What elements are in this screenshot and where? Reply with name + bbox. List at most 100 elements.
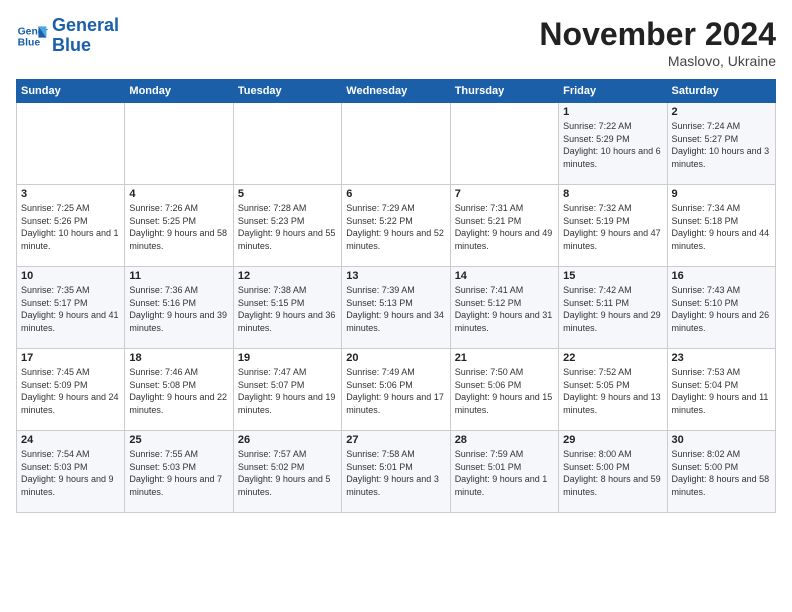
day-number: 19 <box>238 352 337 364</box>
calendar-cell: 24 Sunrise: 7:54 AM Sunset: 5:03 PM Dayli… <box>17 431 125 513</box>
day-number: 8 <box>563 188 662 200</box>
col-monday: Monday <box>125 80 233 103</box>
day-number: 24 <box>21 434 120 446</box>
day-info: Sunrise: 7:34 AM Sunset: 5:18 PM Dayligh… <box>672 202 771 252</box>
calendar-cell <box>342 103 450 185</box>
day-info: Sunrise: 7:49 AM Sunset: 5:06 PM Dayligh… <box>346 366 445 416</box>
week-row-1: 1 Sunrise: 7:22 AM Sunset: 5:29 PM Daylig… <box>17 103 776 185</box>
day-number: 4 <box>129 188 228 200</box>
week-row-4: 17 Sunrise: 7:45 AM Sunset: 5:09 PM Dayli… <box>17 349 776 431</box>
day-number: 26 <box>238 434 337 446</box>
day-info: Sunrise: 7:29 AM Sunset: 5:22 PM Dayligh… <box>346 202 445 252</box>
day-number: 20 <box>346 352 445 364</box>
day-number: 15 <box>563 270 662 282</box>
day-number: 30 <box>672 434 771 446</box>
col-saturday: Saturday <box>667 80 775 103</box>
day-number: 25 <box>129 434 228 446</box>
day-info: Sunrise: 7:25 AM Sunset: 5:26 PM Dayligh… <box>21 202 120 252</box>
calendar-cell: 28 Sunrise: 7:59 AM Sunset: 5:01 PM Dayli… <box>450 431 558 513</box>
col-tuesday: Tuesday <box>233 80 341 103</box>
day-number: 12 <box>238 270 337 282</box>
day-info: Sunrise: 7:46 AM Sunset: 5:08 PM Dayligh… <box>129 366 228 416</box>
calendar-cell: 13 Sunrise: 7:39 AM Sunset: 5:13 PM Dayli… <box>342 267 450 349</box>
day-number: 5 <box>238 188 337 200</box>
calendar-cell: 5 Sunrise: 7:28 AM Sunset: 5:23 PM Daylig… <box>233 185 341 267</box>
calendar-cell: 3 Sunrise: 7:25 AM Sunset: 5:26 PM Daylig… <box>17 185 125 267</box>
day-info: Sunrise: 7:41 AM Sunset: 5:12 PM Dayligh… <box>455 284 554 334</box>
day-number: 29 <box>563 434 662 446</box>
calendar-cell: 23 Sunrise: 7:53 AM Sunset: 5:04 PM Dayli… <box>667 349 775 431</box>
calendar-cell: 26 Sunrise: 7:57 AM Sunset: 5:02 PM Dayli… <box>233 431 341 513</box>
day-info: Sunrise: 7:39 AM Sunset: 5:13 PM Dayligh… <box>346 284 445 334</box>
calendar-cell: 1 Sunrise: 7:22 AM Sunset: 5:29 PM Daylig… <box>559 103 667 185</box>
calendar-cell: 27 Sunrise: 7:58 AM Sunset: 5:01 PM Dayli… <box>342 431 450 513</box>
day-info: Sunrise: 7:45 AM Sunset: 5:09 PM Dayligh… <box>21 366 120 416</box>
day-info: Sunrise: 7:53 AM Sunset: 5:04 PM Dayligh… <box>672 366 771 416</box>
calendar-cell <box>17 103 125 185</box>
day-info: Sunrise: 7:24 AM Sunset: 5:27 PM Dayligh… <box>672 120 771 170</box>
day-info: Sunrise: 7:57 AM Sunset: 5:02 PM Dayligh… <box>238 448 337 498</box>
logo-text-line1: General <box>52 16 119 36</box>
day-number: 27 <box>346 434 445 446</box>
day-info: Sunrise: 7:54 AM Sunset: 5:03 PM Dayligh… <box>21 448 120 498</box>
day-number: 6 <box>346 188 445 200</box>
col-wednesday: Wednesday <box>342 80 450 103</box>
calendar-cell: 11Sunrise: 7:36 AM Sunset: 5:16 PM Dayli… <box>125 267 233 349</box>
day-info: Sunrise: 7:28 AM Sunset: 5:23 PM Dayligh… <box>238 202 337 252</box>
day-info: Sunrise: 7:32 AM Sunset: 5:19 PM Dayligh… <box>563 202 662 252</box>
calendar-cell: 4 Sunrise: 7:26 AM Sunset: 5:25 PM Daylig… <box>125 185 233 267</box>
day-info: Sunrise: 7:58 AM Sunset: 5:01 PM Dayligh… <box>346 448 445 498</box>
day-number: 14 <box>455 270 554 282</box>
day-info: Sunrise: 7:59 AM Sunset: 5:01 PM Dayligh… <box>455 448 554 498</box>
day-info: Sunrise: 7:43 AM Sunset: 5:10 PM Dayligh… <box>672 284 771 334</box>
logo-icon: General Blue <box>16 20 48 52</box>
calendar-cell: 18 Sunrise: 7:46 AM Sunset: 5:08 PM Dayli… <box>125 349 233 431</box>
day-number: 28 <box>455 434 554 446</box>
calendar-cell: 8 Sunrise: 7:32 AM Sunset: 5:19 PM Daylig… <box>559 185 667 267</box>
day-number: 1 <box>563 106 662 118</box>
calendar-cell: 30 Sunrise: 8:02 AM Sunset: 5:00 PM Dayli… <box>667 431 775 513</box>
day-info: Sunrise: 7:26 AM Sunset: 5:25 PM Dayligh… <box>129 202 228 252</box>
day-number: 13 <box>346 270 445 282</box>
day-number: 17 <box>21 352 120 364</box>
calendar-cell: 17 Sunrise: 7:45 AM Sunset: 5:09 PM Dayli… <box>17 349 125 431</box>
calendar-cell: 15 Sunrise: 7:42 AM Sunset: 5:11 PM Dayli… <box>559 267 667 349</box>
day-number: 9 <box>672 188 771 200</box>
calendar-cell: 2Sunrise: 7:24 AM Sunset: 5:27 PM Daylig… <box>667 103 775 185</box>
svg-text:Blue: Blue <box>18 37 41 48</box>
day-number: 11 <box>129 270 228 282</box>
day-info: Sunrise: 7:55 AM Sunset: 5:03 PM Dayligh… <box>129 448 228 498</box>
day-info: Sunrise: 7:22 AM Sunset: 5:29 PM Dayligh… <box>563 120 662 170</box>
day-info: Sunrise: 7:38 AM Sunset: 5:15 PM Dayligh… <box>238 284 337 334</box>
day-number: 23 <box>672 352 771 364</box>
calendar-cell: 22 Sunrise: 7:52 AM Sunset: 5:05 PM Dayli… <box>559 349 667 431</box>
header-row: Sunday Monday Tuesday Wednesday Thursday… <box>17 80 776 103</box>
day-info: Sunrise: 7:35 AM Sunset: 5:17 PM Dayligh… <box>21 284 120 334</box>
header: General Blue General Blue November 2024 … <box>16 16 776 69</box>
day-number: 22 <box>563 352 662 364</box>
day-number: 21 <box>455 352 554 364</box>
day-info: Sunrise: 7:52 AM Sunset: 5:05 PM Dayligh… <box>563 366 662 416</box>
day-number: 18 <box>129 352 228 364</box>
day-number: 10 <box>21 270 120 282</box>
calendar-cell: 14 Sunrise: 7:41 AM Sunset: 5:12 PM Dayli… <box>450 267 558 349</box>
week-row-3: 10 Sunrise: 7:35 AM Sunset: 5:17 PM Dayli… <box>17 267 776 349</box>
calendar-cell: 21Sunrise: 7:50 AM Sunset: 5:06 PM Dayli… <box>450 349 558 431</box>
calendar-container: General Blue General Blue November 2024 … <box>0 0 792 612</box>
calendar-cell <box>125 103 233 185</box>
day-number: 3 <box>21 188 120 200</box>
calendar-cell: 19Sunrise: 7:47 AM Sunset: 5:07 PM Dayli… <box>233 349 341 431</box>
calendar-table: Sunday Monday Tuesday Wednesday Thursday… <box>16 79 776 513</box>
col-thursday: Thursday <box>450 80 558 103</box>
calendar-cell <box>233 103 341 185</box>
day-number: 7 <box>455 188 554 200</box>
day-info: Sunrise: 7:42 AM Sunset: 5:11 PM Dayligh… <box>563 284 662 334</box>
col-sunday: Sunday <box>17 80 125 103</box>
day-info: Sunrise: 8:02 AM Sunset: 5:00 PM Dayligh… <box>672 448 771 498</box>
week-row-2: 3 Sunrise: 7:25 AM Sunset: 5:26 PM Daylig… <box>17 185 776 267</box>
day-number: 16 <box>672 270 771 282</box>
calendar-cell: 25 Sunrise: 7:55 AM Sunset: 5:03 PM Dayli… <box>125 431 233 513</box>
month-title: November 2024 <box>539 16 776 53</box>
calendar-cell <box>450 103 558 185</box>
week-row-5: 24 Sunrise: 7:54 AM Sunset: 5:03 PM Dayli… <box>17 431 776 513</box>
